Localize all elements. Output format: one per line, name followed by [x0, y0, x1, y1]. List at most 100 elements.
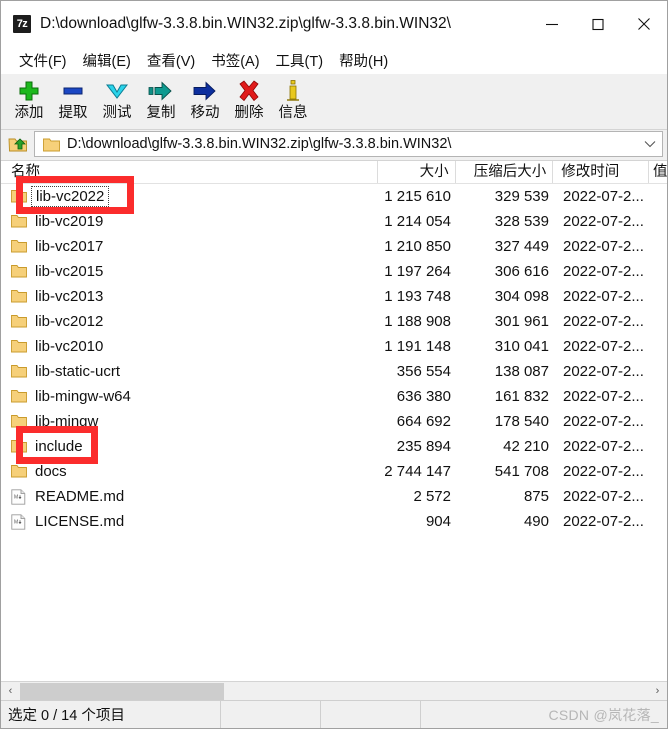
toolbar-add-button[interactable]: 添加 — [7, 74, 51, 122]
folder-icon — [11, 264, 27, 280]
status-cell-3 — [321, 701, 421, 728]
scroll-track[interactable] — [20, 682, 648, 700]
chevron-down-icon[interactable] — [638, 140, 662, 148]
folder-icon — [11, 414, 27, 430]
row-name-cell[interactable]: lib-mingw — [1, 413, 379, 430]
row-name-cell[interactable]: include — [1, 438, 379, 455]
menu-bookmarks[interactable]: 书签(A) — [203, 48, 267, 73]
toolbar-delete-button[interactable]: 删除 — [227, 74, 271, 122]
row-modified-cell: 2022-07-2... — [563, 438, 644, 455]
table-row[interactable]: lib-mingw-w64 636 380 161 832 2022-07-2... — [1, 384, 667, 409]
row-name-cell[interactable]: lib-vc2022 — [1, 186, 379, 207]
column-attributes[interactable]: 值 — [649, 161, 667, 183]
info-i-icon — [281, 78, 305, 104]
watermark-text: CSDN @岚花落_ — [548, 706, 659, 723]
column-size[interactable]: 大小 — [378, 161, 456, 183]
maximize-button[interactable] — [575, 1, 621, 46]
row-name-cell[interactable]: lib-vc2019 — [1, 213, 379, 230]
menu-edit[interactable]: 编辑(E) — [75, 48, 139, 73]
row-name-cell[interactable]: M LICENSE.md — [1, 513, 379, 530]
row-modified-cell: 2022-07-2... — [563, 513, 644, 530]
folder-icon — [11, 314, 27, 330]
minus-icon — [61, 78, 85, 104]
delete-x-icon — [237, 78, 261, 104]
folder-icon — [43, 137, 60, 152]
toolbar-copy-button[interactable]: 复制 — [139, 74, 183, 122]
table-row[interactable]: docs 2 744 147 541 708 2022-07-2... — [1, 459, 667, 484]
table-row[interactable]: lib-vc2022 1 215 610 329 539 2022-07-2... — [1, 184, 667, 209]
toolbar-test-label: 测试 — [102, 105, 132, 121]
table-row[interactable]: lib-vc2015 1 197 264 306 616 2022-07-2... — [1, 259, 667, 284]
scroll-right-arrow[interactable]: › — [648, 683, 667, 700]
row-size-cell: 2 572 — [413, 488, 451, 505]
menu-view[interactable]: 查看(V) — [139, 48, 203, 73]
row-name-cell[interactable]: lib-static-ucrt — [1, 363, 379, 380]
horizontal-scrollbar[interactable]: ‹ › — [1, 681, 667, 700]
address-combobox[interactable]: D:\download\glfw-3.3.8.bin.WIN32.zip\glf… — [34, 131, 663, 157]
table-row[interactable]: lib-mingw 664 692 178 540 2022-07-2... — [1, 409, 667, 434]
row-size-cell: 2 744 147 — [384, 463, 451, 480]
column-packed-size[interactable]: 压缩后大小 — [456, 161, 554, 183]
table-row[interactable]: include 235 894 42 210 2022-07-2... — [1, 434, 667, 459]
table-row[interactable]: lib-static-ucrt 356 554 138 087 2022-07-2..… — [1, 359, 667, 384]
row-name-cell[interactable]: lib-vc2015 — [1, 263, 379, 280]
row-name-cell[interactable]: lib-vc2017 — [1, 238, 379, 255]
markdown-file-icon: M — [11, 513, 27, 530]
row-modified-cell: 2022-07-2... — [563, 463, 644, 480]
table-row[interactable]: M README.md 2 572 875 2022-07-2... — [1, 484, 667, 509]
row-modified-cell: 2022-07-2... — [563, 338, 644, 355]
toolbar-test-button[interactable]: 测试 — [95, 74, 139, 122]
toolbar: 添加 提取 测试 复制 移动 删除 信息 — [1, 74, 667, 130]
column-name[interactable]: 名称 — [1, 161, 378, 183]
row-size-cell: 1 197 264 — [384, 263, 451, 280]
folder-icon — [11, 189, 27, 205]
row-packed-size-cell: 327 449 — [494, 238, 549, 255]
row-packed-size-cell: 42 210 — [503, 438, 549, 455]
title-bar: 7z D:\download\glfw-3.3.8.bin.WIN32.zip\… — [1, 1, 667, 46]
menu-file[interactable]: 文件(F) — [11, 48, 75, 73]
folder-icon — [11, 239, 27, 255]
close-button[interactable] — [621, 1, 667, 46]
folder-up-icon[interactable] — [5, 131, 31, 157]
row-modified-cell: 2022-07-2... — [563, 213, 644, 230]
row-file-name: lib-vc2012 — [35, 313, 104, 330]
row-packed-size-cell: 161 832 — [494, 388, 549, 405]
table-row[interactable]: lib-vc2010 1 191 148 310 041 2022-07-2... — [1, 334, 667, 359]
row-file-name: lib-mingw — [35, 413, 99, 430]
table-row[interactable]: lib-vc2012 1 188 908 301 961 2022-07-2... — [1, 309, 667, 334]
toolbar-info-button[interactable]: 信息 — [271, 74, 315, 122]
check-down-icon — [105, 78, 129, 104]
scroll-left-arrow[interactable]: ‹ — [1, 683, 20, 700]
address-bar: D:\download\glfw-3.3.8.bin.WIN32.zip\glf… — [1, 130, 667, 160]
menu-help[interactable]: 帮助(H) — [331, 48, 396, 73]
toolbar-move-button[interactable]: 移动 — [183, 74, 227, 122]
folder-icon — [11, 289, 27, 305]
toolbar-delete-label: 删除 — [234, 105, 264, 121]
row-size-cell: 1 210 850 — [384, 238, 451, 255]
column-modified[interactable]: 修改时间 — [553, 161, 650, 183]
table-row[interactable]: lib-vc2019 1 214 054 328 539 2022-07-2... — [1, 209, 667, 234]
row-name-cell[interactable]: lib-vc2010 — [1, 338, 379, 355]
table-row[interactable]: M LICENSE.md 904 490 2022-07-2... — [1, 509, 667, 534]
folder-icon — [11, 364, 27, 380]
row-name-cell[interactable]: lib-vc2012 — [1, 313, 379, 330]
toolbar-extract-button[interactable]: 提取 — [51, 74, 95, 122]
row-name-cell[interactable]: docs — [1, 463, 379, 480]
row-file-name: docs — [35, 463, 67, 480]
row-size-cell: 636 380 — [396, 388, 451, 405]
table-row[interactable]: lib-vc2017 1 210 850 327 449 2022-07-2... — [1, 234, 667, 259]
scroll-thumb[interactable] — [20, 682, 224, 700]
folder-icon — [11, 464, 27, 480]
row-file-name: lib-vc2010 — [35, 338, 104, 355]
minimize-button[interactable] — [529, 1, 575, 46]
row-name-cell[interactable]: M README.md — [1, 488, 379, 505]
folder-icon — [11, 339, 27, 355]
row-file-name: lib-vc2019 — [35, 213, 104, 230]
table-row[interactable]: lib-vc2013 1 193 748 304 098 2022-07-2... — [1, 284, 667, 309]
row-size-cell: 1 215 610 — [384, 188, 451, 205]
row-name-cell[interactable]: lib-vc2013 — [1, 288, 379, 305]
row-name-cell[interactable]: lib-mingw-w64 — [1, 388, 379, 405]
row-size-cell: 1 188 908 — [384, 313, 451, 330]
row-modified-cell: 2022-07-2... — [563, 288, 644, 305]
menu-tools[interactable]: 工具(T) — [268, 48, 332, 73]
